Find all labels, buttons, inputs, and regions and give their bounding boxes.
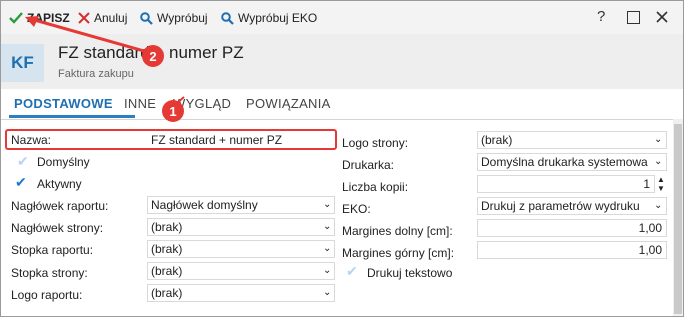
page-header-select[interactable]: (brak) [147,218,335,236]
copies-label: Liczba kopii: [342,180,409,194]
text-print-label: Drukuj tekstowo [367,266,453,280]
printer-value: Domyślna drukarka systemowa [481,155,648,169]
page-logo-select[interactable]: (brak) [477,131,667,149]
margin-bottom-label: Margines dolny [cm]: [342,224,453,238]
text-print-checkbox[interactable]: ✔ [346,264,360,278]
page-footer-select[interactable]: (brak) [147,262,335,280]
page-footer-label: Stopka strony: [11,266,88,280]
report-header-label: Nagłówek raportu: [11,199,109,213]
eko-select[interactable]: Drukuj z parametrów wydruku [477,197,667,215]
page-logo-label: Logo strony: [342,136,409,150]
page-header-value: (brak) [151,220,183,234]
report-header-select[interactable]: Nagłówek domyślny [147,196,335,214]
active-label: Aktywny [37,177,82,191]
page-logo-value: (brak) [481,133,513,147]
page-footer-value: (brak) [151,264,183,278]
printer-select[interactable]: Domyślna drukarka systemowa [477,153,667,171]
chevron-down-icon[interactable]: ⌄ [654,156,662,167]
eko-label: EKO: [342,202,371,216]
eko-value: Drukuj z parametrów wydruku [481,199,640,213]
report-footer-select[interactable]: (brak) [147,240,335,258]
scrollbar-thumb[interactable] [674,124,682,314]
default-label: Domyślny [37,155,90,169]
report-footer-label: Stopka raportu: [11,243,94,257]
copies-input[interactable]: 1 [477,175,655,193]
active-checkbox[interactable]: ✔ [15,175,29,189]
printer-label: Drukarka: [342,158,395,172]
default-checkbox[interactable]: ✔ [17,154,31,168]
report-header-value: Nagłówek domyślny [151,198,258,212]
chevron-down-icon[interactable]: ⌄ [323,243,331,254]
dialog-window: ZAPISZ Anuluj Wypróbuj Wypróbuj EKO ? KF… [0,0,684,317]
chevron-down-icon[interactable]: ⌄ [323,287,331,298]
copies-stepper[interactable]: ▲ ▼ [657,175,665,193]
chevron-down-icon[interactable]: ⌄ [323,199,331,210]
chevron-down-icon[interactable]: ⌄ [323,265,331,276]
chevron-down-icon[interactable]: ⌄ [654,134,662,145]
name-field-highlight [5,129,337,150]
report-footer-value: (brak) [151,242,183,256]
page-header-label: Nagłówek strony: [11,221,104,235]
annotation-badge-1: 1 [162,100,184,122]
annotation-badge-2: 2 [142,45,164,67]
chevron-down-icon[interactable]: ⌄ [323,221,331,232]
report-logo-value: (brak) [151,286,183,300]
annotation-arrow [25,16,185,104]
margin-top-label: Margines górny [cm]: [342,246,455,260]
margin-bottom-input[interactable]: 1,00 [477,219,667,237]
margin-top-input[interactable]: 1,00 [477,241,667,259]
report-logo-label: Logo raportu: [11,288,83,302]
chevron-down-icon[interactable]: ⌄ [654,200,662,211]
report-logo-select[interactable]: (brak) [147,284,335,302]
